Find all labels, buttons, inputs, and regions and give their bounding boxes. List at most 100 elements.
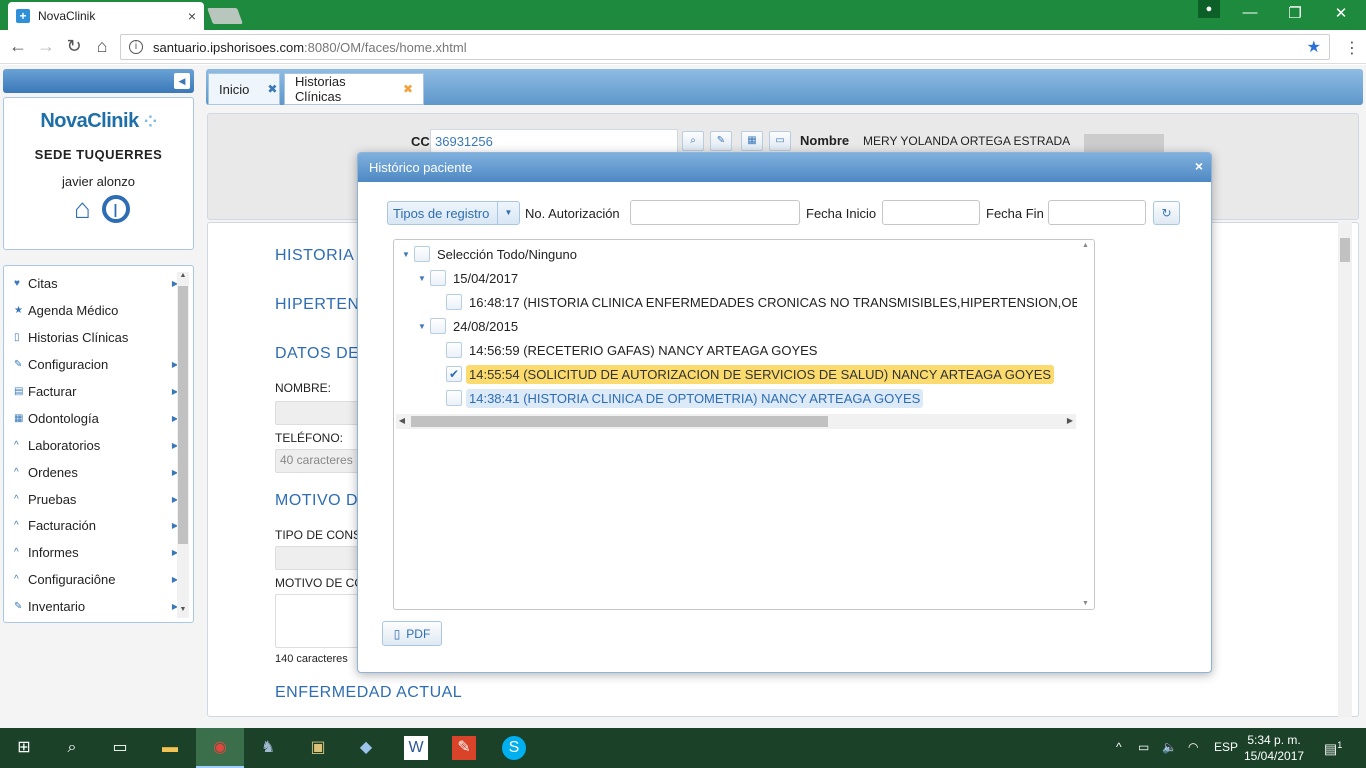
reload-icon[interactable]: ↻	[62, 36, 86, 57]
file-explorer-icon[interactable]: ▬	[158, 736, 182, 760]
power-icon[interactable]: |	[101, 195, 130, 223]
tree-vscrollbar[interactable]: ▲ ▼	[1077, 240, 1094, 609]
close-tab-icon[interactable]: ✖	[267, 82, 277, 96]
collapse-sidebar-icon[interactable]: ◀	[174, 73, 190, 89]
browser-menu-icon[interactable]: ⋮	[1344, 38, 1360, 58]
sidebar-item-historias[interactable]: ▯ Historias Clínicas	[14, 327, 174, 347]
no-autorizacion-input[interactable]	[630, 200, 800, 225]
postgres-icon[interactable]: ♞	[256, 736, 280, 760]
sidebar-item-agenda[interactable]: ★ Agenda Médico	[14, 300, 174, 320]
tray-chevron-icon[interactable]: ^	[1116, 740, 1122, 754]
forward-icon[interactable]: →	[34, 36, 58, 57]
sidebar-item-odontologia[interactable]: ▦ Odontología ▶	[14, 408, 178, 428]
address-bar[interactable]: i santuario.ipshorisoes.com :8080/OM/fac…	[120, 34, 1330, 60]
windows-start-icon[interactable]: ⊞	[12, 736, 36, 760]
tab-inicio[interactable]: Inicio ✖	[208, 73, 280, 105]
skype-icon[interactable]: S	[502, 736, 526, 760]
back-icon[interactable]: ←	[6, 36, 30, 57]
record-checkbox[interactable]	[446, 342, 462, 358]
search-icon[interactable]: ⌕	[60, 736, 84, 760]
tree-record[interactable]: 16:48:17 (HISTORIA CLINICA ENFERMEDADES …	[446, 291, 1094, 313]
cc-input[interactable]: 36931256	[430, 129, 678, 153]
fecha-inicio-input[interactable]	[882, 200, 980, 225]
scroll-thumb[interactable]	[178, 286, 188, 544]
scroll-down-icon[interactable]: ▼	[1077, 600, 1094, 607]
word-icon[interactable]: W	[404, 736, 428, 760]
bookmark-star-icon[interactable]: ★	[1307, 37, 1321, 57]
pdf-button[interactable]: ▯ PDF	[382, 621, 442, 646]
chevron-down-icon[interactable]: ▼	[497, 202, 519, 224]
record-checkbox[interactable]	[446, 294, 462, 310]
tipo-consulta-field[interactable]	[275, 546, 365, 570]
select-all-checkbox[interactable]	[414, 246, 430, 262]
scroll-up-icon[interactable]: ▲	[1077, 242, 1094, 249]
tree-root[interactable]: ▼ Selección Todo/Ninguno	[398, 243, 580, 265]
wifi-icon[interactable]: ◠	[1188, 740, 1198, 754]
home-icon[interactable]: ⌂	[68, 195, 98, 223]
scroll-left-icon[interactable]: ◀	[396, 416, 408, 425]
collapse-icon[interactable]: ▼	[398, 250, 414, 259]
new-tab-button[interactable]	[207, 8, 243, 24]
home-icon[interactable]: ⌂	[90, 36, 114, 57]
notification-icon[interactable]: ▤1	[1324, 740, 1342, 758]
calendar-button[interactable]: ▦	[741, 131, 763, 151]
battery-icon[interactable]: ▭	[1138, 740, 1149, 754]
network-app-icon[interactable]: ▣	[306, 736, 330, 760]
system-clock[interactable]: 5:34 p. m. 15/04/2017	[1244, 732, 1304, 764]
scroll-up-icon[interactable]: ▲	[177, 272, 189, 284]
sidebar-item-facturar[interactable]: ▤ Facturar ▶	[14, 381, 178, 401]
sidebar-item-ordenes[interactable]: ^ Ordenes ▶	[14, 462, 178, 482]
sidebar-item-inventario[interactable]: ✎ Inventario ▶	[14, 596, 178, 616]
nombre-field[interactable]	[275, 401, 365, 425]
tree-record-selected[interactable]: ✔ 14:55:54 (SOLICITUD DE AUTORIZACION DE…	[446, 363, 1055, 385]
tipos-registro-dropdown[interactable]: Tipos de registro ▼	[387, 201, 520, 225]
tree-hscrollbar[interactable]: ◀ ▶	[396, 414, 1076, 429]
collapse-icon[interactable]: ▼	[414, 274, 430, 283]
volume-icon[interactable]: 🔈	[1162, 740, 1177, 754]
record-checkbox[interactable]	[446, 390, 462, 406]
date-checkbox[interactable]	[430, 270, 446, 286]
info-icon[interactable]: i	[129, 40, 143, 54]
sidebar-item-configuracione[interactable]: ^ Configuraciône ▶	[14, 569, 178, 589]
scroll-thumb[interactable]	[1340, 238, 1350, 262]
date-checkbox[interactable]	[430, 318, 446, 334]
close-icon[interactable]: ×	[1195, 158, 1203, 174]
refresh-button[interactable]: ↻	[1153, 201, 1180, 225]
scroll-thumb[interactable]	[411, 416, 828, 427]
motivo-consulta-field[interactable]	[275, 594, 365, 648]
browser-tab[interactable]: + NovaClinik ×	[8, 2, 204, 30]
sidebar-item-pruebas[interactable]: ^ Pruebas ▶	[14, 489, 178, 509]
close-tab-icon[interactable]: ×	[188, 8, 196, 24]
tree-date-node[interactable]: ▼ 24/08/2015	[414, 315, 521, 337]
task-view-icon[interactable]: ▭	[108, 736, 132, 760]
folder-button[interactable]: ▭	[769, 131, 791, 151]
tab-historias-clinicas[interactable]: Historias Clínicas ✖	[284, 73, 424, 105]
pdf-app-icon[interactable]: ✎	[452, 736, 476, 760]
scroll-right-icon[interactable]: ▶	[1064, 416, 1076, 425]
maximize-button[interactable]: ❐	[1280, 4, 1310, 22]
tree-record[interactable]: 14:38:41 (HISTORIA CLINICA DE OPTOMETRIA…	[446, 387, 924, 409]
scroll-down-icon[interactable]: ▼	[177, 606, 189, 618]
sidebar-item-laboratorios[interactable]: ^ Laboratorios ▶	[14, 435, 178, 455]
tree-record[interactable]: 14:56:59 (RECETERIO GAFAS) NANCY ARTEAGA…	[446, 339, 820, 361]
chrome-icon[interactable]: ◉	[208, 736, 232, 760]
virtualbox-icon[interactable]: ◆	[354, 736, 378, 760]
search-patient-button[interactable]: ⌕	[682, 131, 704, 151]
sidebar-scrollbar[interactable]: ▲ ▼	[177, 272, 189, 618]
close-tab-icon[interactable]: ✖	[403, 82, 413, 96]
edit-patient-button[interactable]: ✎	[710, 131, 732, 151]
sidebar-item-configuracion[interactable]: ✎ Configuracion ▶	[14, 354, 178, 374]
fecha-fin-input[interactable]	[1048, 200, 1146, 225]
user-profile-icon[interactable]: ●	[1198, 0, 1220, 18]
collapse-icon[interactable]: ▼	[414, 322, 430, 331]
record-checkbox-checked[interactable]: ✔	[446, 366, 462, 382]
telefono-field[interactable]: 40 caracteres	[275, 449, 365, 473]
close-window-button[interactable]: ✕	[1326, 4, 1356, 22]
language-indicator[interactable]: ESP	[1214, 740, 1238, 754]
tree-date-node[interactable]: ▼ 15/04/2017	[414, 267, 521, 289]
page-scrollbar[interactable]	[1338, 222, 1352, 717]
minimize-button[interactable]: —	[1235, 4, 1265, 21]
sidebar-item-facturacion[interactable]: ^ Facturación ▶	[14, 515, 178, 535]
sidebar-item-citas[interactable]: ♥ Citas ▶	[14, 273, 178, 293]
sidebar-item-informes[interactable]: ^ Informes ▶	[14, 542, 178, 562]
